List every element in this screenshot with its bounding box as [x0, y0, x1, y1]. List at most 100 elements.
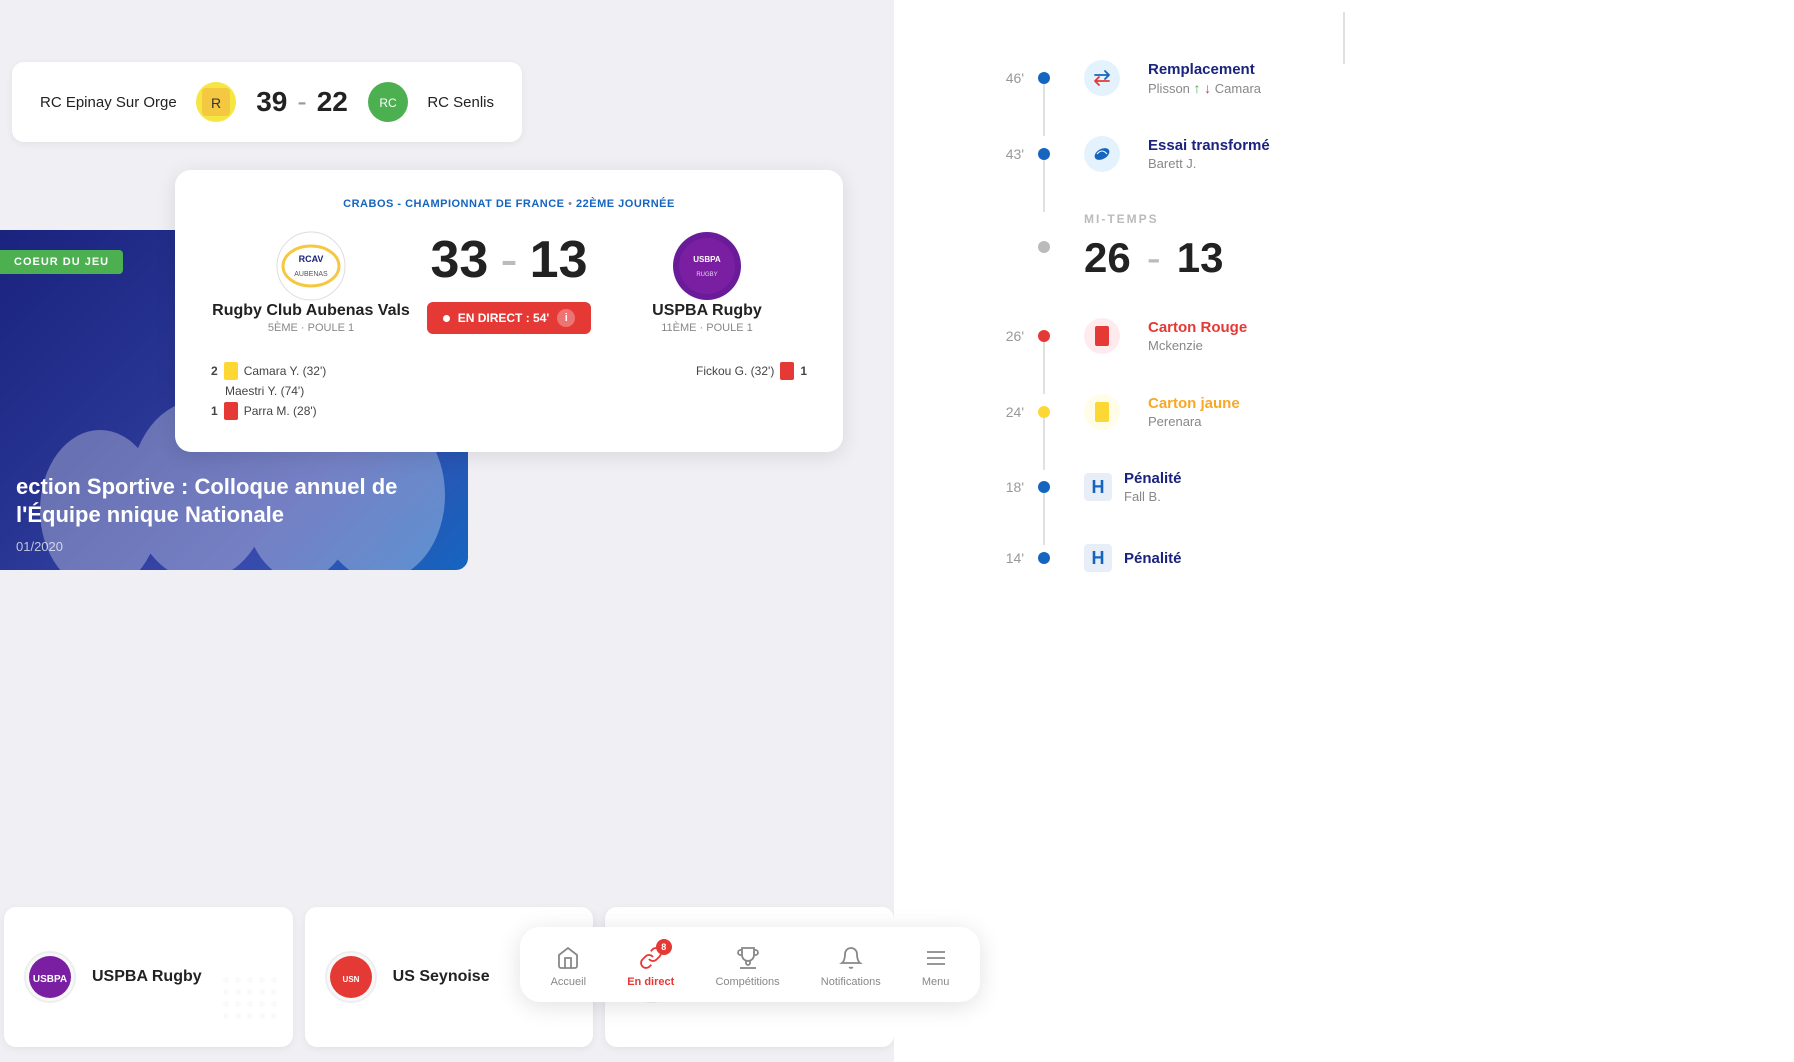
journee: 22ÈME JOURNÉE — [576, 198, 675, 210]
timeline-item-penalite-18: 18' H Pénalité Fall B. — [954, 470, 1734, 504]
line-col-1 — [1024, 72, 1064, 84]
top-score-dash: - — [297, 86, 306, 118]
left-panel: RC Epinay Sur Orge R 39 - 22 RC RC Senli… — [0, 0, 900, 1062]
nav-menu[interactable]: Menu — [910, 941, 962, 992]
halftime-score: 26 - 13 — [1084, 234, 1223, 282]
info-icon: i — [557, 309, 575, 327]
carton-rouge-content: Carton Rouge Mckenzie — [1148, 319, 1734, 353]
line-col-4 — [1024, 406, 1064, 418]
nav-menu-label: Menu — [922, 976, 950, 988]
team1-match-name: Rugby Club Aubenas Vals — [212, 302, 410, 320]
live-dot — [443, 315, 450, 322]
timeline: 46' Remplacement Plisson ↑ ↓ Camara 43' — [894, 0, 1794, 1062]
notifications-icon — [838, 945, 864, 971]
top-score: 39 - 22 — [256, 86, 348, 118]
right-events: Fickou G. (32') 1 — [696, 362, 807, 424]
uspba-avatar: USBPA — [24, 951, 76, 1003]
dot-4 — [1038, 406, 1050, 418]
ball-icon — [1084, 136, 1120, 172]
match-card: CRABOS - CHAMPIONNAT DE FRANCE • 22ÈME J… — [175, 170, 843, 452]
dot-5 — [1038, 481, 1050, 493]
time-43: 43' — [954, 146, 1024, 162]
rcav-logo: RCAV AUBENAS — [275, 230, 347, 302]
event-row-3: 1 Parra M. (28') — [211, 402, 326, 420]
team-card-uspba-name: USPBA Rugby — [92, 968, 202, 986]
time-14: 14' — [954, 550, 1024, 566]
penalite-14-title: Pénalité — [1124, 550, 1734, 567]
halftime-sep: - — [1147, 234, 1161, 282]
hero-date: 01/2020 — [16, 539, 63, 554]
time-18: 18' — [954, 479, 1024, 495]
time-24: 24' — [954, 404, 1024, 420]
top-score2: 22 — [317, 86, 348, 118]
penalty-icon-18: H — [1084, 473, 1112, 501]
line-col-2 — [1024, 148, 1064, 160]
carton-jaune-content: Carton jaune Perenara — [1148, 395, 1734, 429]
carton-jaune-title: Carton jaune — [1148, 395, 1734, 412]
halftime-score2: 13 — [1177, 234, 1224, 282]
essai-title: Essai transformé — [1148, 137, 1734, 154]
nav-en-direct[interactable]: 8 En direct — [615, 941, 686, 992]
team2-match-sub: 11ÈME · POULE 1 — [661, 322, 753, 334]
hero-text: ection Sportive : Colloque annuel de l'É… — [16, 473, 452, 530]
nav-competitions[interactable]: Compétitions — [703, 941, 791, 992]
nav-accueil[interactable]: Accueil — [539, 941, 598, 992]
timeline-item-penalite-14: 14' H Pénalité — [954, 544, 1734, 572]
svg-text:AUBENAS: AUBENAS — [294, 271, 328, 278]
essai-sub: Barett J. — [1148, 156, 1734, 171]
remplacement-content: Remplacement Plisson ↑ ↓ Camara — [1148, 61, 1734, 96]
halftime-content: MI-TEMPS 26 - 13 — [1084, 212, 1223, 282]
connector-3 — [1043, 342, 1045, 394]
event-row-right-1: Fickou G. (32') 1 — [696, 362, 807, 380]
nav-en-direct-label: En direct — [627, 976, 674, 988]
dot-3 — [1038, 330, 1050, 342]
halftime-label: MI-TEMPS — [1084, 212, 1223, 226]
competitions-icon — [735, 945, 761, 971]
top-score1: 39 — [256, 86, 287, 118]
carton-rouge-title: Carton Rouge — [1148, 319, 1734, 336]
remplacement-title: Remplacement — [1148, 61, 1734, 78]
dots-bg-1 — [223, 977, 283, 1037]
dot-1 — [1038, 72, 1050, 84]
remplacement-sub: Plisson ↑ ↓ Camara — [1148, 80, 1734, 96]
team-card-uspba[interactable]: USBPA USPBA Rugby — [4, 907, 293, 1047]
connector-2 — [1043, 160, 1045, 212]
match-score2: 13 — [530, 230, 588, 290]
red-card-icon-tl — [1084, 318, 1120, 354]
event-row-2: Maestri Y. (74') — [211, 384, 326, 398]
penalite-18-title: Pénalité — [1124, 470, 1734, 487]
team1-logo: R — [196, 82, 236, 122]
match-team2: USBPA RUGBY USPBA Rugby 11ÈME · POULE 1 — [607, 230, 807, 334]
halftime-score1: 26 — [1084, 234, 1131, 282]
line-col-5 — [1024, 481, 1064, 493]
connector-halftime — [1343, 12, 1345, 64]
team2-logo: RC — [368, 82, 408, 122]
penalite-18-sub: Fall B. — [1124, 489, 1734, 504]
nav-notifications-label: Notifications — [821, 976, 881, 988]
event-row-1: 2 Camara Y. (32') — [211, 362, 326, 380]
penalty-icon-14: H — [1084, 544, 1112, 572]
competition-name: CRABOS - CHAMPIONNAT DE FRANCE — [343, 198, 564, 210]
right-panel: 46' Remplacement Plisson ↑ ↓ Camara 43' — [894, 0, 1794, 1062]
svg-text:R: R — [211, 95, 221, 111]
halftime-row: MI-TEMPS 26 - 13 — [954, 212, 1734, 282]
competition-label: CRABOS - CHAMPIONNAT DE FRANCE • 22ÈME J… — [211, 198, 807, 210]
red-card-icon — [224, 402, 238, 420]
time-26: 26' — [954, 328, 1024, 344]
team-card-seynoise-name: US Seynoise — [393, 968, 490, 986]
replace-icon — [1084, 60, 1120, 96]
hero-title: ection Sportive : Colloque annuel de l'É… — [16, 473, 452, 530]
connector-5 — [1043, 493, 1045, 545]
live-badge[interactable]: EN DIRECT : 54' i — [427, 302, 592, 334]
carton-jaune-sub: Perenara — [1148, 414, 1734, 429]
match-teams: RCAV AUBENAS Rugby Club Aubenas Vals 5ÈM… — [211, 230, 807, 334]
nav-competitions-label: Compétitions — [715, 976, 779, 988]
timeline-item-carton-jaune: 24' Carton jaune Perenara — [954, 394, 1734, 430]
usbpa-logo: USBPA RUGBY — [671, 230, 743, 302]
team2-match-name: USPBA Rugby — [652, 302, 762, 320]
match-score: 33 - 13 — [430, 230, 587, 290]
en-direct-icon: 8 — [638, 945, 664, 971]
nav-notifications[interactable]: Notifications — [809, 941, 893, 992]
team1-name: RC Epinay Sur Orge — [40, 94, 177, 111]
svg-text:RCAV: RCAV — [299, 254, 324, 264]
